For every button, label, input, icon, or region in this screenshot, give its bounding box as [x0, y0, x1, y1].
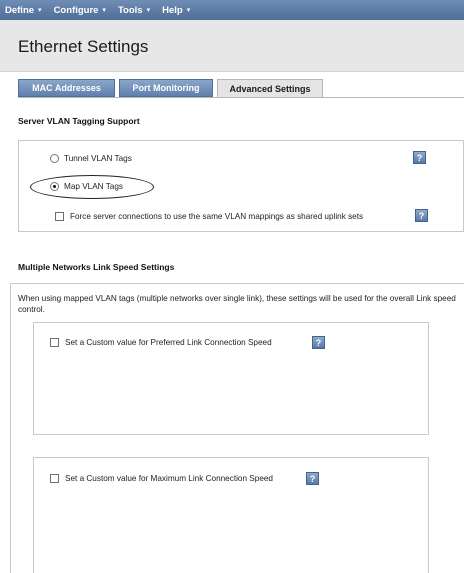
map-vlan-option[interactable]: Map VLAN Tags	[50, 182, 123, 191]
preferred-speed-option[interactable]: Set a Custom value for Preferred Link Co…	[50, 338, 272, 347]
chevron-down-icon: ▾	[102, 7, 106, 14]
map-vlan-radio[interactable]	[50, 182, 59, 191]
menu-help[interactable]: Help ▾	[162, 5, 190, 16]
chevron-down-icon: ▾	[38, 7, 42, 14]
speed-section-title: Multiple Networks Link Speed Settings	[18, 262, 175, 272]
maximum-speed-checkbox[interactable]	[50, 474, 59, 483]
tab-divider	[18, 97, 464, 98]
help-icon[interactable]: ?	[413, 151, 426, 164]
menu-configure[interactable]: Configure ▾	[54, 5, 106, 16]
chevron-down-icon: ▾	[146, 7, 151, 14]
preferred-speed-label: Set a Custom value for Preferred Link Co…	[65, 338, 272, 347]
maximum-speed-option[interactable]: Set a Custom value for Maximum Link Conn…	[50, 474, 273, 483]
tab-mac-addresses[interactable]: MAC Addresses	[18, 79, 115, 97]
force-vlan-option[interactable]: Force server connections to use the same…	[55, 212, 363, 221]
menu-bar: Define ▾ Configure ▾ Tools ▾ Help ▾	[0, 0, 464, 20]
menu-tools[interactable]: Tools ▾	[118, 5, 150, 16]
maximum-speed-label: Set a Custom value for Maximum Link Conn…	[65, 474, 273, 483]
menu-define-label: Define	[5, 4, 35, 16]
help-icon[interactable]: ?	[312, 336, 325, 349]
tunnel-vlan-label: Tunnel VLAN Tags	[64, 154, 132, 163]
page-header: Ethernet Settings	[0, 20, 464, 72]
map-vlan-label: Map VLAN Tags	[64, 182, 124, 191]
menu-configure-label: Configure	[53, 4, 99, 16]
tunnel-vlan-option[interactable]: Tunnel VLAN Tags	[50, 154, 132, 163]
chevron-down-icon: ▾	[186, 7, 191, 14]
menu-define[interactable]: Define ▾	[5, 5, 42, 16]
vlan-section-title: Server VLAN Tagging Support	[18, 116, 140, 126]
force-vlan-checkbox[interactable]	[55, 212, 64, 221]
preferred-speed-checkbox[interactable]	[50, 338, 59, 347]
speed-description: When using mapped VLAN tags (multiple ne…	[18, 294, 456, 314]
menu-tools-label: Tools	[117, 4, 143, 16]
tab-bar: MAC Addresses Port Monitoring Advanced S…	[18, 79, 327, 97]
force-vlan-label: Force server connections to use the same…	[70, 212, 364, 221]
menu-help-label: Help	[162, 4, 183, 16]
tab-advanced-settings[interactable]: Advanced Settings	[217, 79, 323, 97]
help-icon[interactable]: ?	[415, 209, 428, 222]
help-icon[interactable]: ?	[306, 472, 319, 485]
tab-port-monitoring[interactable]: Port Monitoring	[119, 79, 213, 97]
tunnel-vlan-radio[interactable]	[50, 154, 59, 163]
page-title: Ethernet Settings	[18, 37, 149, 56]
